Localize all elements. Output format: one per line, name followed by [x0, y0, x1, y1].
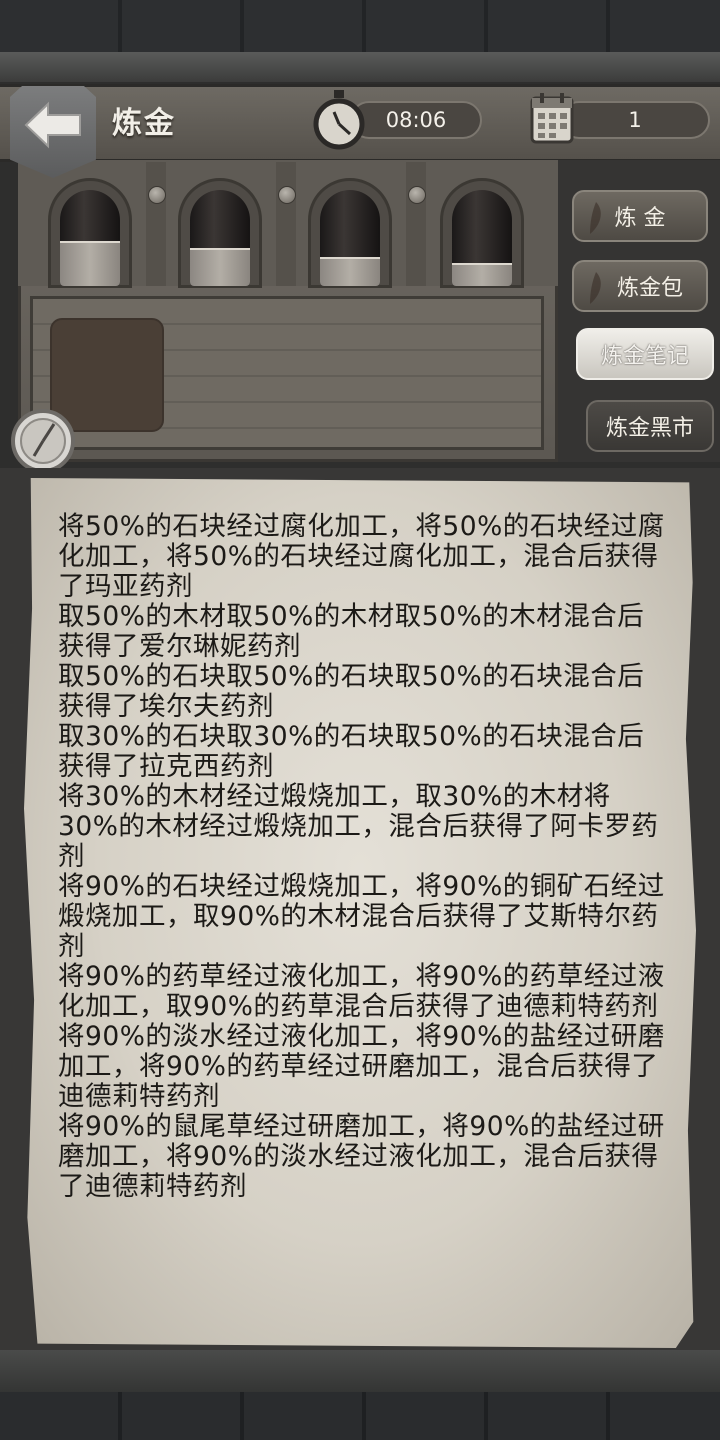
- menu-alchemy-button[interactable]: 炼 金: [572, 190, 708, 242]
- menu-label: 炼金笔记: [600, 344, 689, 369]
- vial-fill: [190, 247, 250, 286]
- vial-fill: [452, 262, 512, 286]
- note-entry: 将90%的石块经过煅烧加工，将90%的铜矿石经过煅烧加工，取90%的木材混合后获…: [58, 871, 665, 962]
- vial-fill: [320, 257, 380, 286]
- note-entry: 将90%的药草经过液化加工，将90%的药草经过液化加工，取90%的药草混合后获得…: [58, 961, 665, 1022]
- rack-divider: [276, 162, 296, 286]
- menu-alchemy-bag-button[interactable]: 炼金包: [572, 260, 708, 312]
- rack-divider: [146, 162, 166, 286]
- menu-black-market-button[interactable]: 炼金黑市: [586, 400, 714, 452]
- menu-label: 炼金黑市: [605, 416, 694, 441]
- notes-list[interactable]: 将50%的石块经过腐化加工，将50%的石块经过腐化加工，将50%的石块经过腐化加…: [58, 512, 668, 1220]
- time-display: 08:06: [350, 101, 482, 139]
- screw-icon: [408, 186, 426, 204]
- stopwatch-icon: [313, 90, 365, 150]
- feather-icon: [590, 202, 601, 234]
- note-entry: 将50%的石块经过腐化加工，将50%的石块经过腐化加工，将50%的石块经过腐化加…: [58, 512, 665, 602]
- screw-icon: [278, 186, 296, 204]
- menu-label: 炼金包: [616, 276, 683, 301]
- note-entry: 取50%的木材取50%的木材取50%的木材混合后获得了爱尔琳妮药剂: [58, 601, 645, 662]
- note-entry: 将30%的木材经过煅烧加工，取30%的木材将30%的木材经过煅烧加工，混合后获得…: [58, 781, 659, 872]
- note-entry: 将90%的淡水经过液化加工，将90%的盐经过研磨加工，将90%的药草经过研磨加工…: [58, 1021, 665, 1112]
- vial-fill: [60, 240, 120, 286]
- gauge-icon: [11, 409, 75, 473]
- bottom-wall: [0, 1350, 720, 1440]
- vial-1[interactable]: [60, 190, 120, 286]
- feather-icon: [590, 272, 601, 304]
- day-counter: 1: [560, 101, 710, 139]
- menu-alchemy-notes-button[interactable]: 炼金笔记: [576, 328, 714, 380]
- note-entry: 取50%的石块取50%的石块取50%的石块混合后获得了埃尔夫药剂: [58, 661, 645, 722]
- calendar-icon: [530, 93, 574, 144]
- back-arrow-icon: [24, 101, 81, 149]
- page-title: 炼金: [112, 106, 176, 141]
- note-entry: 取30%的石块取30%的石块取50%的石块混合后获得了拉克西药剂: [58, 721, 645, 782]
- rack-divider: [406, 162, 426, 286]
- note-entry: 将90%的鼠尾草经过研磨加工，将90%的盐经过研磨加工，将90%的淡水经过液化加…: [58, 1111, 665, 1202]
- vial-3[interactable]: [320, 190, 380, 286]
- screw-icon: [148, 186, 166, 204]
- top-wall: [0, 0, 720, 82]
- back-button[interactable]: [10, 86, 96, 178]
- menu-label: 炼 金: [614, 206, 666, 231]
- vial-4[interactable]: [452, 190, 512, 286]
- vial-2[interactable]: [190, 190, 250, 286]
